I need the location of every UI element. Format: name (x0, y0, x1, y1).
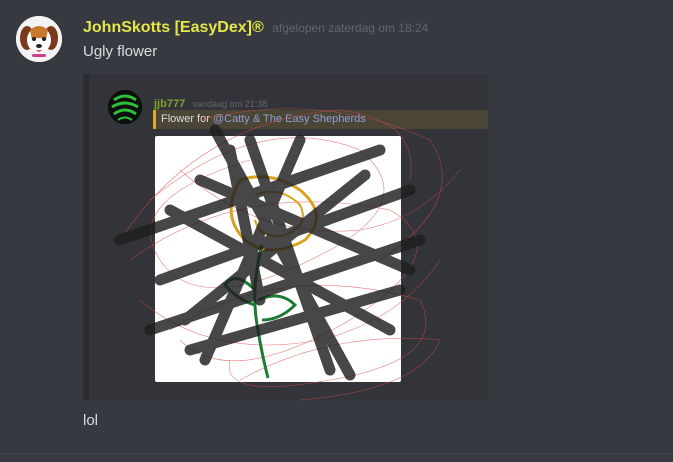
attached-drawing-image[interactable] (155, 136, 401, 382)
user-avatar[interactable] (16, 16, 62, 62)
beagle-dog-icon (16, 16, 62, 62)
message-group: JohnSkotts [EasyDex]® afgelopen zaterdag… (0, 0, 673, 462)
green-swirl-icon (108, 90, 142, 124)
message-embed: jjb777 vandaag om 21:38 Flower for @Catt… (83, 74, 488, 400)
username[interactable]: JohnSkotts [EasyDex]® (83, 19, 264, 36)
message-header: JohnSkotts [EasyDex]® afgelopen zaterdag… (83, 19, 428, 37)
role-mention[interactable]: @Catty & The Easy Shepherds (213, 113, 366, 125)
message-timestamp: afgelopen zaterdag om 18:24 (272, 21, 429, 35)
followup-message-text: lol (83, 412, 99, 429)
embed-author-name[interactable]: jjb777 (154, 98, 185, 110)
mention-highlight: Flower for @Catty & The Easy Shepherds (153, 110, 488, 129)
message-divider (0, 453, 673, 454)
embed-author-avatar[interactable] (108, 90, 142, 124)
embed-text-prefix: Flower for (161, 113, 210, 125)
message-text: Ugly flower (83, 43, 158, 60)
embed-timestamp: vandaag om 21:38 (192, 99, 268, 109)
